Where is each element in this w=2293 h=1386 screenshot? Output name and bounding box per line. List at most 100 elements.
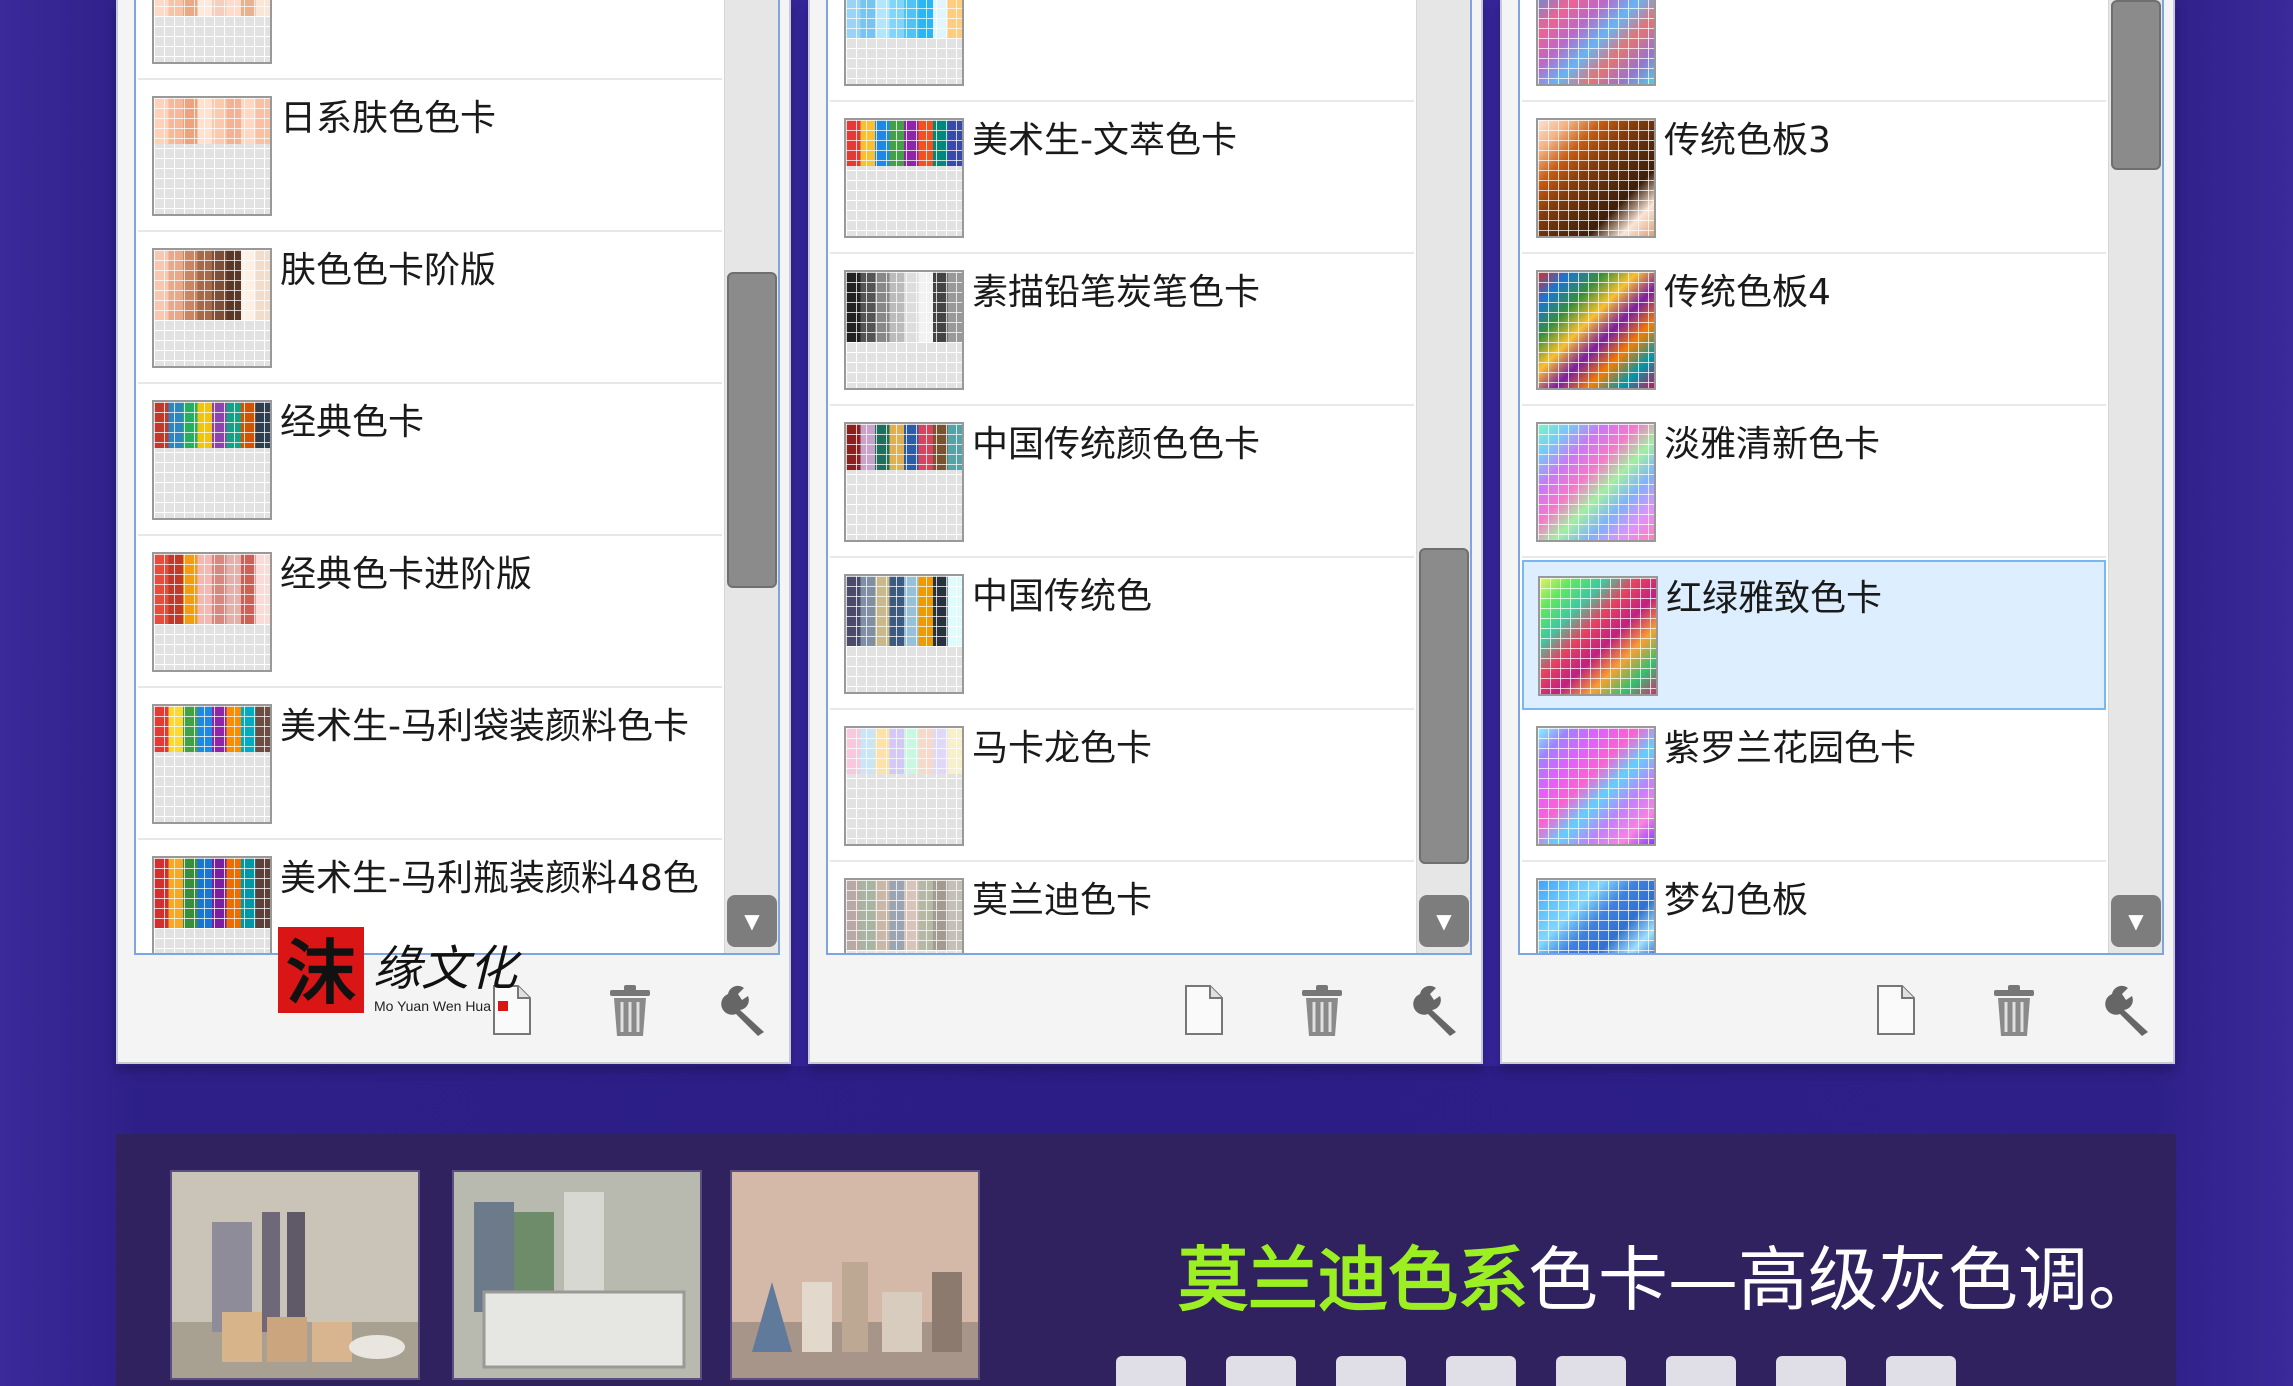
palette-list-item[interactable] xyxy=(830,0,1414,102)
palette-thumbnail xyxy=(844,118,964,238)
cropped-text-line xyxy=(1116,1356,2016,1386)
palette-label: 紫罗兰花园色卡 xyxy=(1664,728,1917,769)
scroll-down-button[interactable]: ▼ xyxy=(727,895,777,947)
palette-label: 美术生-马利瓶装颜料48色 xyxy=(280,858,699,899)
palette-label: 红绿雅致色卡 xyxy=(1666,578,1883,619)
palette-thumbnail xyxy=(1536,726,1656,846)
palette-list-item[interactable]: 肤色色卡阶版 xyxy=(138,234,722,384)
palette-label: 马卡龙色卡 xyxy=(972,728,1153,769)
palette-label: 经典色卡进阶版 xyxy=(280,554,533,595)
section-caption: 莫兰迪色系色卡—高级灰色调。 xyxy=(1178,1224,2158,1325)
svg-text:缘文化: 缘文化 xyxy=(373,941,522,997)
palette-label: 传统色板4 xyxy=(1664,272,1831,313)
palette-list[interactable]: 日系肤色色卡 肤色色卡阶版 经典色卡经典色卡进阶版美术生-马利袋装颜料色卡 美术生-马… xyxy=(134,0,780,955)
palette-thumbnail xyxy=(152,96,272,216)
palette-list-item[interactable]: 紫罗兰花园色卡 xyxy=(1522,712,2106,862)
palette-list-item[interactable]: 红绿雅致色卡 xyxy=(1522,560,2106,710)
palette-list-item[interactable]: 中国传统色 xyxy=(830,560,1414,710)
chevron-down-icon: ▼ xyxy=(744,909,760,933)
palette-label: 中国传统色 xyxy=(972,576,1153,617)
wrench-icon[interactable] xyxy=(718,980,778,1040)
palette-list[interactable]: 传统色板3 传统色板4 淡雅清新色卡 红绿雅致色卡 紫罗兰花园色卡 梦幻色板 ▼ xyxy=(1518,0,2164,955)
palette-label: 素描铅笔炭笔色卡 xyxy=(972,272,1261,313)
wrench-icon[interactable] xyxy=(2102,980,2162,1040)
scrollbar-thumb[interactable] xyxy=(1419,547,1469,864)
wrench-icon[interactable] xyxy=(1410,980,1470,1040)
palette-thumbnail xyxy=(844,574,964,694)
scroll-down-button[interactable]: ▼ xyxy=(1419,895,1469,947)
chevron-down-icon: ▼ xyxy=(1436,909,1452,933)
palette-thumbnail xyxy=(1536,270,1656,390)
palette-label: 美术生-马利袋装颜料色卡 xyxy=(280,706,689,747)
palette-label: 莫兰迪色卡 xyxy=(972,880,1153,921)
palette-thumbnail xyxy=(152,704,272,824)
palette-list-item[interactable]: 经典色卡 xyxy=(138,386,722,536)
brand-logo: 沫 缘文化 Mo Yuan Wen Hua xyxy=(278,927,538,1017)
trash-icon[interactable] xyxy=(1984,980,2044,1040)
palette-thumbnail xyxy=(152,552,272,672)
morandi-section: 莫兰迪色系色卡—高级灰色调。 xyxy=(116,1134,2176,1386)
palette-list-item[interactable]: 传统色板3 xyxy=(1522,104,2106,254)
svg-text:沫: 沫 xyxy=(286,931,356,1014)
still-life-painting-2 xyxy=(452,1170,702,1380)
palette-label: 日系肤色色卡 xyxy=(280,98,497,139)
palette-thumbnail xyxy=(844,726,964,846)
palette-thumbnail xyxy=(152,248,272,368)
palette-label: 淡雅清新色卡 xyxy=(1664,424,1881,465)
palette-thumbnail xyxy=(152,0,272,64)
palette-list-item[interactable]: 马卡龙色卡 xyxy=(830,712,1414,862)
palette-thumbnail xyxy=(1536,878,1656,953)
palette-thumbnail xyxy=(1536,118,1656,238)
palette-thumbnail xyxy=(152,856,272,953)
palette-list-item[interactable]: 莫兰迪色卡 xyxy=(830,864,1414,953)
palette-items: 传统色板3 传统色板4 淡雅清新色卡 红绿雅致色卡 紫罗兰花园色卡 梦幻色板 xyxy=(1520,0,2108,953)
palette-panel-1: 日系肤色色卡 肤色色卡阶版 经典色卡经典色卡进阶版美术生-马利袋装颜料色卡 美术生-马… xyxy=(116,0,791,1064)
palette-thumbnail xyxy=(844,422,964,542)
new-document-icon[interactable] xyxy=(1174,980,1234,1040)
palette-list-item[interactable]: 梦幻色板 xyxy=(1522,864,2106,953)
still-life-painting-1 xyxy=(170,1170,420,1380)
caption-highlight: 莫兰迪色系 xyxy=(1178,1239,1528,1321)
vertical-scrollbar[interactable]: ▼ xyxy=(2108,0,2162,953)
palette-items: 日系肤色色卡 肤色色卡阶版 经典色卡经典色卡进阶版美术生-马利袋装颜料色卡 美术生-马… xyxy=(136,0,724,953)
palette-list-item[interactable]: 素描铅笔炭笔色卡 xyxy=(830,256,1414,406)
palette-label: 经典色卡 xyxy=(280,402,425,443)
palette-list-item[interactable]: 经典色卡进阶版 xyxy=(138,538,722,688)
scrollbar-thumb[interactable] xyxy=(727,272,777,589)
new-document-icon[interactable] xyxy=(1866,980,1926,1040)
palette-list[interactable]: 美术生-文萃色卡 素描铅笔炭笔色卡 中国传统颜色色卡 中国传统色 马卡龙色卡 莫兰迪色卡 … xyxy=(826,0,1472,955)
palette-label: 肤色色卡阶版 xyxy=(280,250,497,291)
panel-toolbar xyxy=(1502,958,2173,1064)
palette-list-item[interactable]: 传统色板4 xyxy=(1522,256,2106,406)
panel-toolbar xyxy=(810,958,1481,1064)
palette-list-item[interactable] xyxy=(1522,0,2106,102)
scrollbar-thumb[interactable] xyxy=(2111,0,2161,170)
trash-icon[interactable] xyxy=(1292,980,1352,1040)
palette-list-item[interactable]: 美术生-文萃色卡 xyxy=(830,104,1414,254)
palette-list-item[interactable] xyxy=(138,0,722,80)
palette-list-item[interactable]: 淡雅清新色卡 xyxy=(1522,408,2106,558)
seal-stamp-icon: 沫 缘文化 Mo Yuan Wen Hua xyxy=(278,927,522,1014)
caption-text: 色卡—高级灰色调。 xyxy=(1528,1239,2158,1321)
palette-list-item[interactable]: 日系肤色色卡 xyxy=(138,82,722,232)
palette-thumbnail xyxy=(844,878,964,953)
palette-thumbnail xyxy=(844,270,964,390)
vertical-scrollbar[interactable]: ▼ xyxy=(1416,0,1470,953)
scroll-down-button[interactable]: ▼ xyxy=(2111,895,2161,947)
palette-thumbnail xyxy=(1536,0,1656,86)
palette-thumbnail xyxy=(1538,576,1658,696)
trash-icon[interactable] xyxy=(600,980,660,1040)
color-palette-showcase: 日系肤色色卡 肤色色卡阶版 经典色卡经典色卡进阶版美术生-马利袋装颜料色卡 美术生-马… xyxy=(116,0,2176,1066)
palette-thumbnail xyxy=(1536,422,1656,542)
palette-label: 梦幻色板 xyxy=(1664,880,1809,921)
palette-list-item[interactable]: 美术生-马利袋装颜料色卡 xyxy=(138,690,722,840)
palette-thumbnail xyxy=(844,0,964,86)
vertical-scrollbar[interactable]: ▼ xyxy=(724,0,778,953)
chevron-down-icon: ▼ xyxy=(2128,909,2144,933)
palette-label: 中国传统颜色色卡 xyxy=(972,424,1261,465)
palette-thumbnail xyxy=(152,400,272,520)
palette-panel-3: 传统色板3 传统色板4 淡雅清新色卡 红绿雅致色卡 紫罗兰花园色卡 梦幻色板 ▼ xyxy=(1500,0,2175,1064)
svg-text:Mo Yuan Wen Hua: Mo Yuan Wen Hua xyxy=(374,998,491,1014)
palette-items: 美术生-文萃色卡素描铅笔炭笔色卡 中国传统颜色色卡 中国传统色马卡龙色卡莫兰迪色卡 xyxy=(828,0,1416,953)
palette-list-item[interactable]: 中国传统颜色色卡 xyxy=(830,408,1414,558)
